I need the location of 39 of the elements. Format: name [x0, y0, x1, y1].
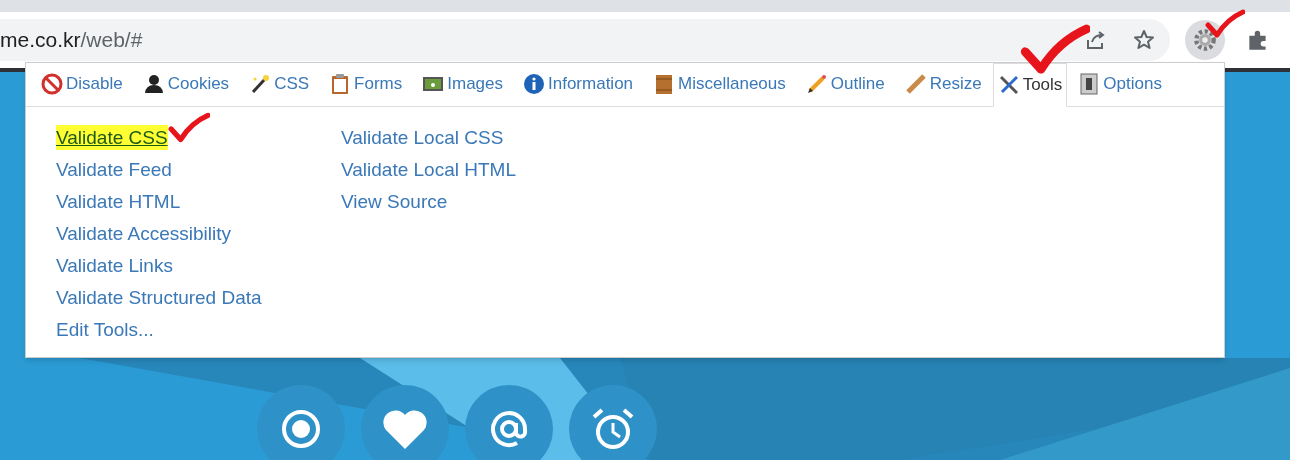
record-icon — [281, 409, 321, 449]
tab[interactable]: CSS — [245, 62, 314, 106]
menu-link[interactable]: Edit Tools... — [56, 317, 154, 342]
star-icon[interactable] — [1132, 28, 1156, 52]
tab[interactable]: Options — [1074, 62, 1166, 106]
switch-icon — [1078, 73, 1101, 95]
heart-icon — [382, 409, 428, 449]
magic-wand-icon — [249, 73, 272, 95]
tab[interactable]: Resize — [900, 62, 986, 106]
alarm-clock-icon — [591, 407, 635, 451]
menu-link[interactable]: Validate Links — [56, 253, 173, 278]
menu-link[interactable]: Validate Accessibility — [56, 221, 231, 246]
check-mark-annotation — [168, 112, 210, 144]
menu-link[interactable]: Validate CSS — [56, 125, 168, 150]
menu-link[interactable]: Validate Feed — [56, 157, 172, 182]
tab[interactable]: Miscellaneous — [649, 62, 790, 106]
ruler-icon — [904, 73, 927, 95]
info-icon — [523, 73, 545, 95]
tab[interactable]: Outline — [801, 62, 889, 106]
address-bar[interactable]: me.co.kr/web/# — [0, 19, 1170, 61]
menu-link[interactable]: Validate HTML — [56, 189, 181, 214]
tab[interactable]: Forms — [325, 62, 407, 106]
check-mark-annotation — [1205, 8, 1245, 40]
pencil-icon — [805, 73, 828, 95]
tab[interactable]: Information — [519, 62, 638, 106]
tab[interactable]: Tools — [992, 63, 1068, 107]
prohibited-icon — [41, 73, 63, 95]
gear-button[interactable] — [1185, 20, 1225, 60]
wrench-screwdriver-icon — [997, 74, 1020, 96]
menu-link[interactable]: Validate Structured Data — [56, 285, 262, 310]
settings-icon — [1192, 27, 1218, 53]
tab[interactable]: Cookies — [138, 62, 234, 106]
tab[interactable]: Disable — [37, 62, 127, 106]
tab[interactable]: Images — [418, 62, 507, 106]
menu-link[interactable]: Validate Local HTML — [341, 157, 516, 182]
menu-link[interactable]: Validate Local CSS — [341, 125, 504, 150]
person-icon — [142, 73, 165, 95]
menu-link[interactable]: View Source — [341, 189, 448, 214]
url-text: me.co.kr/web/# — [0, 27, 143, 54]
